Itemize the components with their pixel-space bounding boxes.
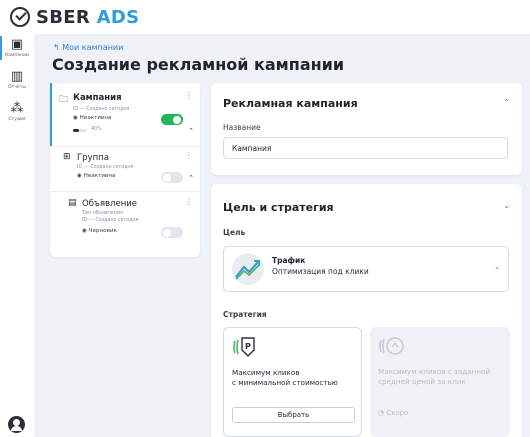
svg-text:P: P (245, 342, 251, 351)
sidebar: ▣ Кампании ▥ Отчёты ⁂ Студия (0, 34, 34, 437)
tree-item-title: Объявление (82, 199, 138, 209)
active-item-indicator (50, 83, 52, 146)
traffic-icon (232, 253, 264, 285)
collapse-chevron-icon[interactable]: ⌃ (188, 127, 194, 135)
sidebar-item-label: Студия (8, 117, 26, 122)
expand-chevron-icon[interactable]: ⌄ (503, 201, 510, 210)
sidebar-item-label: Кампании (5, 53, 29, 58)
campaign-tree-panel: 🗀 Кампания ⋮ ID --- Создано сегодня ◉ Не… (50, 83, 200, 257)
campaigns-icon: ▣ (10, 37, 24, 52)
tree-item-meta: ID --- Создано сегодня (82, 218, 139, 223)
strategy-cpc-icon (379, 337, 404, 355)
field-label: Цель (223, 228, 246, 237)
chevron-down-icon: ⌄ (494, 263, 500, 271)
tree-item-ad[interactable]: ▤ Объявление ⋮ Тип объявления ID --- Соз… (50, 192, 200, 247)
back-link-my-campaigns[interactable]: ↰ Мои кампании (53, 43, 123, 52)
campaign-progress-bar (73, 129, 87, 132)
more-options-icon[interactable]: ⋮ (185, 91, 193, 100)
sidebar-item-campaigns[interactable]: ▣ Кампании (0, 37, 34, 59)
group-active-toggle[interactable] (161, 172, 183, 183)
status-label: ◉ Черновик (82, 228, 117, 234)
strategy-title-line1: Максимум кликов (232, 368, 300, 377)
collapse-chevron-icon[interactable]: ⌃ (503, 98, 510, 107)
ad-active-toggle[interactable] (161, 227, 183, 238)
reports-icon: ▥ (10, 69, 24, 84)
strategy-title-line1: Максимум кликов с заданной (378, 367, 491, 376)
choose-strategy-button[interactable]: Выбрать (232, 407, 355, 423)
ad-document-icon: ▤ (68, 198, 77, 208)
studio-icon: ⁂ (10, 101, 24, 116)
goal-select[interactable]: Трафик Оптимизация под клики ⌄ (223, 246, 509, 292)
strategy-cost-icon: P (233, 337, 255, 357)
goal-description: Оптимизация под клики (272, 267, 369, 276)
strategy-title-line2: с минимальной стоимостью (232, 378, 338, 387)
tree-item-meta: ID --- Создано сегодня (77, 165, 134, 170)
sidebar-item-reports[interactable]: ▥ Отчёты (0, 69, 34, 91)
campaign-settings-card: Рекламная кампания ⌃ Название Кампания (211, 83, 522, 175)
tree-item-meta: ID --- Создано сегодня (73, 107, 130, 112)
strategy-card-min-cost[interactable]: P Максимум кликов с минимальной стоимост… (223, 327, 362, 437)
goal-strategy-card: Цель и стратегия ⌄ Цель Трафик Оптимизац… (211, 184, 522, 437)
tree-item-group[interactable]: ⊞ Группа ⋮ ID --- Создано сегодня ◉ Неак… (50, 147, 200, 191)
ad-type-label: Тип объявления (82, 211, 123, 216)
progress-label: 40% (91, 127, 102, 132)
tree-item-title: Кампания (73, 93, 122, 103)
tree-item-title: Группа (77, 153, 109, 163)
more-options-icon[interactable]: ⋮ (185, 151, 193, 160)
field-label: Название (223, 123, 261, 132)
campaign-folder-icon: 🗀 (59, 95, 69, 105)
goal-name: Трафик (272, 256, 306, 265)
coming-soon-label: ◔ Скоро (378, 409, 409, 417)
sidebar-item-studio[interactable]: ⁂ Студия (0, 101, 34, 123)
strategy-title-line2: средней ценой за клик (378, 377, 466, 386)
group-grid-icon: ⊞ (63, 152, 71, 162)
card-title: Цель и стратегия (223, 201, 334, 214)
status-label: ◉ Неактивна (77, 173, 116, 179)
campaign-active-toggle[interactable] (161, 114, 183, 125)
sber-logo-icon (10, 7, 30, 27)
tree-item-campaign[interactable]: 🗀 Кампания ⋮ ID --- Создано сегодня ◉ Не… (50, 83, 200, 146)
page-title: Создание рекламной кампании (52, 55, 345, 74)
profile-icon[interactable] (8, 416, 25, 433)
more-options-icon[interactable]: ⋮ (185, 197, 193, 206)
field-label: Стратегия (223, 310, 267, 319)
top-bar: SBER ADS (0, 0, 530, 34)
campaign-name-input[interactable]: Кампания (223, 137, 508, 159)
brand-logo[interactable]: SBER ADS (36, 7, 139, 28)
status-label: ◉ Неактивна (73, 115, 112, 121)
collapse-chevron-icon[interactable]: ⌃ (188, 174, 194, 182)
sidebar-item-label: Отчёты (8, 85, 26, 90)
card-title: Рекламная кампания (223, 97, 358, 110)
strategy-card-avg-cpc: Максимум кликов с заданной средней ценой… (370, 327, 510, 437)
